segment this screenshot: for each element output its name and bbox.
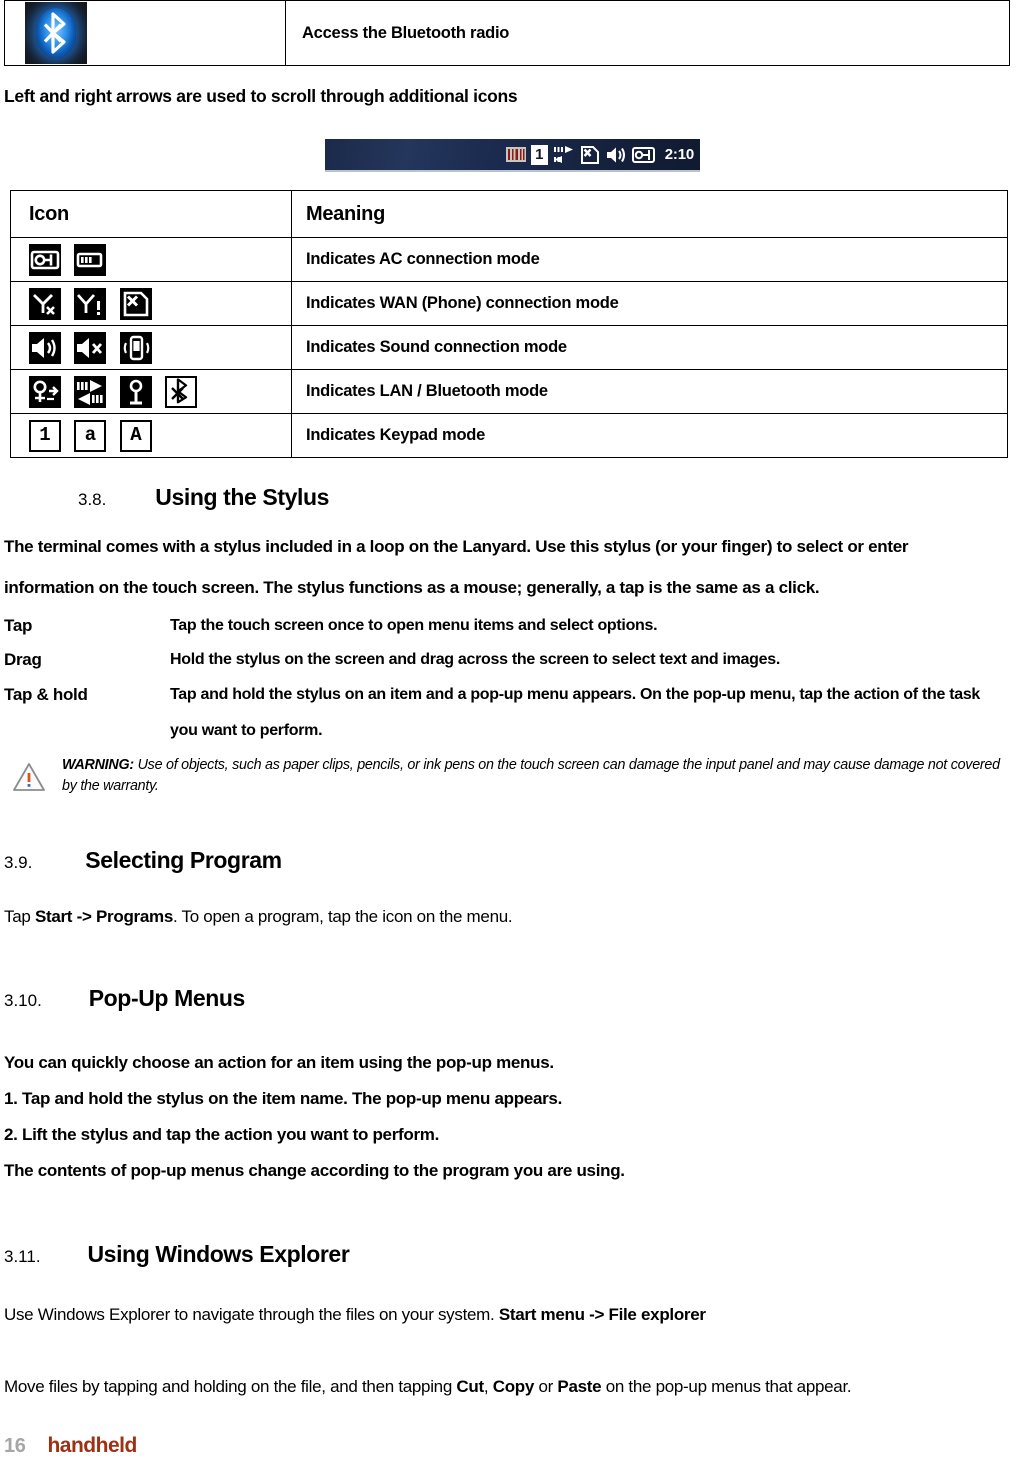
icon-cell-keypad: 1 a A	[10, 413, 292, 458]
explorer-line2-suffix: on the pop-up menus that appear.	[601, 1377, 852, 1396]
meaning-ac: Indicates AC connection mode	[291, 237, 1008, 282]
meaning-keypad: Indicates Keypad mode	[291, 413, 1008, 458]
warning-triangle-icon	[12, 761, 46, 793]
page-footer: 16 handheld	[4, 1434, 137, 1458]
speaker-on-icon	[29, 331, 61, 364]
explorer-bold-cut: Cut	[456, 1377, 484, 1396]
explorer-mid-1: ,	[483, 1377, 493, 1396]
heading-3-9: 3.9. Selecting Program	[4, 847, 282, 874]
definition-tap: Tap the touch screen once to open menu i…	[170, 617, 658, 634]
section-title-popup-menus: Pop-Up Menus	[88, 985, 246, 1011]
body-prefix: Tap	[4, 907, 35, 926]
term-drag: Drag	[4, 650, 42, 669]
table-row: Indicates WAN (Phone) connection mode	[10, 281, 1008, 326]
sim-card-error-icon	[119, 287, 152, 320]
definition-drag: Hold the stylus on the screen and drag a…	[170, 651, 780, 668]
keypad-numeric-icon: 1	[29, 419, 61, 452]
antenna-alert-icon	[74, 287, 107, 320]
brand-logo-text: handheld	[47, 1434, 137, 1457]
meaning-lan: Indicates LAN / Bluetooth mode	[291, 369, 1008, 414]
stylus-paragraph-line2: information on the touch screen. The sty…	[4, 578, 820, 597]
speaker-mute-icon	[74, 331, 107, 364]
intro-line: Left and right arrows are used to scroll…	[4, 86, 518, 106]
section-title-windows-explorer: Using Windows Explorer	[87, 1241, 350, 1267]
antenna-no-signal-icon	[29, 287, 61, 320]
icon-cell-sound	[10, 325, 292, 370]
taskbar-screenshot: 1 2:10	[325, 139, 700, 172]
explorer-line-2: Move files by tapping and holding on the…	[4, 1377, 852, 1397]
document-page: Access the Bluetooth radio Left and righ…	[0, 0, 1018, 1464]
icon-cell-wan	[10, 281, 292, 326]
stylus-paragraph-line1: The terminal comes with a stylus include…	[4, 537, 909, 556]
explorer-line2-prefix: Move files by tapping and holding on the…	[4, 1377, 457, 1396]
meaning-wan: Indicates WAN (Phone) connection mode	[291, 281, 1008, 326]
explorer-bold-paste: Paste	[557, 1377, 602, 1396]
keypad-numeric-icon: 1	[530, 144, 548, 165]
bluetooth-icon-cell	[4, 0, 286, 66]
heading-3-11: 3.11. Using Windows Explorer	[4, 1241, 350, 1268]
warning-body: Use of objects, such as paper clips, pen…	[62, 757, 1000, 794]
term-tap-hold: Tap & hold	[4, 685, 88, 704]
definition-tap-hold: Tap and hold the stylus on an item and a…	[170, 686, 981, 703]
explorer-mid-2: or	[534, 1377, 558, 1396]
heading-3-8: 3.8. Using the Stylus	[78, 484, 329, 511]
table-row: Indicates Sound connection mode	[10, 325, 1008, 370]
definition-tap-hold-cont: you want to perform.	[170, 722, 323, 739]
heading-number: 3.10.	[4, 991, 42, 1010]
page-title: Using the Stylus	[155, 484, 330, 510]
warning-text: WARNING: Use of objects, such as paper c…	[62, 755, 1014, 796]
selecting-program-body: Tap Start -> Programs. To open a program…	[4, 907, 513, 927]
popup-line-3: 2. Lift the stylus and tap the action yo…	[4, 1125, 440, 1144]
barcode-icon	[505, 147, 526, 162]
section-title-selecting-program: Selecting Program	[85, 847, 282, 873]
antenna-signal-icon	[119, 375, 152, 408]
heading-number: 3.8.	[78, 490, 107, 509]
body-bold: Start -> Programs	[34, 907, 173, 926]
icon-cell-lan	[10, 369, 292, 414]
network-transfer-icon	[553, 145, 575, 165]
heading-3-10: 3.10. Pop-Up Menus	[4, 985, 245, 1012]
ac-power-plug-icon	[29, 243, 61, 276]
explorer-bold-copy: Copy	[492, 1377, 535, 1396]
bluetooth-meaning-text: Access the Bluetooth radio	[285, 0, 1010, 66]
explorer-line1-prefix: Use Windows Explorer to navigate through…	[4, 1305, 499, 1324]
battery-icon	[74, 243, 107, 276]
speaker-icon	[605, 145, 627, 165]
term-tap: Tap	[4, 616, 33, 635]
keypad-lowercase-icon: a	[74, 419, 107, 452]
vibrate-icon	[119, 331, 152, 364]
popup-line-4: The contents of pop-up menus change acco…	[4, 1161, 625, 1180]
popup-line-2: 1. Tap and hold the stylus on the item n…	[4, 1089, 562, 1108]
popup-line-1: You can quickly choose an action for an …	[4, 1053, 554, 1072]
meaning-sound: Indicates Sound connection mode	[291, 325, 1008, 370]
table-row: 1 a A Indicates Keypad mode	[10, 413, 1008, 458]
taskbar-clock: 2:10	[664, 146, 694, 163]
table-row: Indicates AC connection mode	[10, 237, 1008, 282]
sim-card-error-icon	[580, 145, 600, 165]
icon-meaning-table: Icon Meaning Indicates AC connection mod…	[10, 190, 1008, 458]
table-header-row: Icon Meaning	[10, 190, 1008, 238]
heading-number: 3.11.	[4, 1247, 41, 1266]
warning-label: WARNING:	[62, 757, 134, 773]
header-icon: Icon	[10, 190, 292, 238]
icon-cell-ac	[10, 237, 292, 282]
explorer-line-1: Use Windows Explorer to navigate through…	[4, 1305, 706, 1325]
keypad-uppercase-icon: A	[119, 419, 152, 452]
wireless-connect-icon	[29, 375, 61, 408]
body-suffix: . To open a program, tap the icon on the…	[172, 907, 513, 926]
table-row: Access the Bluetooth radio	[4, 0, 1010, 66]
page-number: 16	[4, 1435, 26, 1457]
heading-number: 3.9.	[4, 853, 33, 872]
bluetooth-row-table: Access the Bluetooth radio	[4, 0, 1010, 66]
table-row: Indicates LAN / Bluetooth mode	[10, 369, 1008, 414]
bluetooth-icon	[165, 375, 198, 408]
explorer-line1-bold: Start menu -> File explorer	[498, 1305, 706, 1324]
ac-power-plug-icon	[631, 145, 655, 165]
network-arrows-icon	[74, 375, 107, 408]
bluetooth-radio-icon	[25, 2, 87, 64]
header-meaning: Meaning	[291, 190, 1008, 238]
